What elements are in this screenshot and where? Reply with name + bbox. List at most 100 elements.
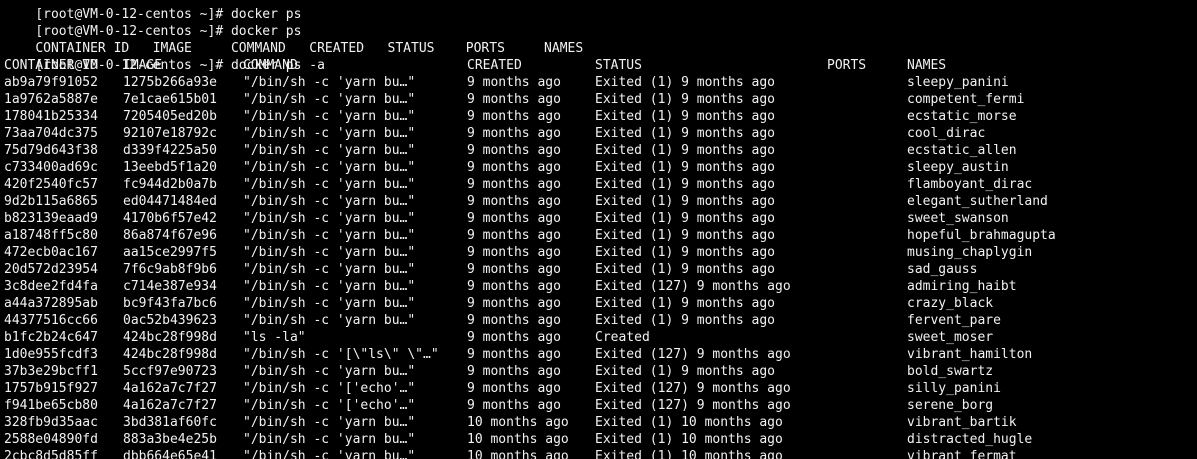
cell-name: bold_swartz bbox=[907, 364, 994, 379]
cell-container-id: 3c8dee2fd4fa bbox=[4, 279, 98, 294]
cell-command: "/bin/sh -c '['echo'…" bbox=[243, 398, 416, 413]
col-header-ports: PORTS bbox=[827, 58, 867, 73]
cell-created: 9 months ago bbox=[467, 262, 561, 277]
cell-command: "/bin/sh -c 'yarn bu…" bbox=[243, 126, 416, 141]
cell-command: "/bin/sh -c 'yarn bu…" bbox=[243, 109, 416, 124]
cell-status: Exited (1) 9 months ago bbox=[595, 143, 776, 158]
cell-command: "/bin/sh -c 'yarn bu…" bbox=[243, 211, 416, 226]
cell-status: Exited (1) 9 months ago bbox=[595, 126, 776, 141]
cell-name: competent_fermi bbox=[907, 92, 1025, 107]
cell-image: 424bc28f998d bbox=[123, 330, 217, 345]
cell-created: 9 months ago bbox=[467, 330, 561, 345]
cell-name: vibrant_hamilton bbox=[907, 347, 1033, 362]
cell-image: aa15ce2997f5 bbox=[123, 245, 217, 260]
cell-command: "/bin/sh -c 'yarn bu…" bbox=[243, 296, 416, 311]
cell-status: Exited (1) 9 months ago bbox=[595, 194, 776, 209]
docker-ps-header-line: CONTAINER ID IMAGE COMMAND CREATED STATU… bbox=[4, 23, 583, 56]
cell-command: "/bin/sh -c 'yarn bu…" bbox=[243, 75, 416, 90]
cell-status: Exited (1) 9 months ago bbox=[595, 228, 776, 243]
cell-image: bc9f43fa7bc6 bbox=[123, 296, 217, 311]
cell-image: 4170b6f57e42 bbox=[123, 211, 217, 226]
col-header-image: IMAGE bbox=[123, 58, 163, 73]
cell-container-id: 9d2b115a6865 bbox=[4, 194, 98, 209]
cell-container-id: c733400ad69c bbox=[4, 160, 98, 175]
cell-command: "/bin/sh -c 'yarn bu…" bbox=[243, 177, 416, 192]
cell-name: vibrant_bartik bbox=[907, 415, 1017, 430]
cell-created: 9 months ago bbox=[467, 381, 561, 396]
col-header-created: CREATED bbox=[467, 58, 522, 73]
cell-status: Exited (127) 9 months ago bbox=[595, 381, 791, 396]
cell-name: musing_chaplygin bbox=[907, 245, 1033, 260]
cell-created: 10 months ago bbox=[467, 415, 569, 430]
cell-status: Exited (1) 9 months ago bbox=[595, 109, 776, 124]
cell-container-id: 37b3e29bcff1 bbox=[4, 364, 98, 379]
cell-created: 9 months ago bbox=[467, 160, 561, 175]
cell-name: cool_dirac bbox=[907, 126, 986, 141]
col-header-command: COMMAND bbox=[243, 58, 298, 73]
cell-created: 9 months ago bbox=[467, 398, 561, 413]
cell-command: "/bin/sh -c 'yarn bu…" bbox=[243, 262, 416, 277]
cell-image: 4a162a7c7f27 bbox=[123, 398, 217, 413]
cell-created: 10 months ago bbox=[467, 449, 569, 459]
cell-status: Created bbox=[595, 330, 650, 345]
cell-status: Exited (127) 9 months ago bbox=[595, 279, 791, 294]
col-header-status: STATUS bbox=[595, 58, 642, 73]
cell-status: Exited (127) 9 months ago bbox=[595, 347, 791, 362]
cell-created: 9 months ago bbox=[467, 211, 561, 226]
cell-image: 7e1cae615b01 bbox=[123, 92, 217, 107]
cell-command: "/bin/sh -c 'yarn bu…" bbox=[243, 279, 416, 294]
cell-image: 4a162a7c7f27 bbox=[123, 381, 217, 396]
cell-name: silly_panini bbox=[907, 381, 1001, 396]
cell-container-id: 328fb9d35aac bbox=[4, 415, 98, 430]
cell-created: 9 months ago bbox=[467, 296, 561, 311]
cell-status: Exited (1) 9 months ago bbox=[595, 245, 776, 260]
cell-name: sleepy_panini bbox=[907, 75, 1009, 90]
cell-image: 92107e18792c bbox=[123, 126, 217, 141]
cell-status: Exited (1) 10 months ago bbox=[595, 432, 783, 447]
cell-command: "/bin/sh -c 'yarn bu…" bbox=[243, 92, 416, 107]
cell-container-id: 75d79d643f38 bbox=[4, 143, 98, 158]
cell-created: 9 months ago bbox=[467, 92, 561, 107]
cell-created: 10 months ago bbox=[467, 432, 569, 447]
cell-name: crazy_black bbox=[907, 296, 994, 311]
cell-command: "/bin/sh -c '[\"ls\" \"…" bbox=[243, 347, 439, 362]
cell-image: 7205405ed20b bbox=[123, 109, 217, 124]
cell-command: "/bin/sh -c 'yarn bu…" bbox=[243, 432, 416, 447]
cell-created: 9 months ago bbox=[467, 279, 561, 294]
cell-container-id: 1757b915f927 bbox=[4, 381, 98, 396]
cell-created: 9 months ago bbox=[467, 109, 561, 124]
cell-command: "/bin/sh -c 'yarn bu…" bbox=[243, 364, 416, 379]
cell-command: "/bin/sh -c 'yarn bu…" bbox=[243, 228, 416, 243]
cell-image: 0ac52b439623 bbox=[123, 313, 217, 328]
cell-image: 13eebd5f1a20 bbox=[123, 160, 217, 175]
cell-command: "/bin/sh -c 'yarn bu…" bbox=[243, 245, 416, 260]
cell-name: sad_gauss bbox=[907, 262, 978, 277]
prompt-line-docker-ps-a: [root@VM-0-12-centos ~]# docker ps -a bbox=[4, 40, 325, 73]
cell-container-id: 20d572d23954 bbox=[4, 262, 98, 277]
cell-command: "/bin/sh -c 'yarn bu…" bbox=[243, 313, 416, 328]
terminal-window[interactable]: [root@VM-0-12-centos ~]# docker ps [root… bbox=[0, 0, 1197, 459]
cell-container-id: 73aa704dc375 bbox=[4, 126, 98, 141]
table-header-row: CONTAINER ID IMAGE COMMAND CREATED STATU… bbox=[4, 57, 946, 74]
col-header-container-id: CONTAINER ID bbox=[4, 58, 98, 73]
cell-image: 883a3be4e25b bbox=[123, 432, 217, 447]
cell-created: 9 months ago bbox=[467, 177, 561, 192]
cell-status: Exited (1) 10 months ago bbox=[595, 449, 783, 459]
cell-image: 424bc28f998d bbox=[123, 347, 217, 362]
cell-image: d339f4225a50 bbox=[123, 143, 217, 158]
cell-image: 7f6c9ab8f9b6 bbox=[123, 262, 217, 277]
cell-image: ed04471484ed bbox=[123, 194, 217, 209]
cell-status: Exited (1) 9 months ago bbox=[595, 160, 776, 175]
cell-image: dbb664e65e41 bbox=[123, 449, 217, 459]
cell-image: 86a874f67e96 bbox=[123, 228, 217, 243]
cell-name: vibrant_fermat bbox=[907, 449, 1017, 459]
cell-name: flamboyant_dirac bbox=[907, 177, 1033, 192]
cell-status: Exited (1) 9 months ago bbox=[595, 313, 776, 328]
cell-created: 9 months ago bbox=[467, 347, 561, 362]
cell-created: 9 months ago bbox=[467, 245, 561, 260]
cell-status: Exited (1) 9 months ago bbox=[595, 262, 776, 277]
cell-container-id: a44a372895ab bbox=[4, 296, 98, 311]
cell-name: distracted_hugle bbox=[907, 432, 1033, 447]
cell-name: admiring_haibt bbox=[907, 279, 1017, 294]
col-header-names: NAMES bbox=[907, 58, 947, 73]
